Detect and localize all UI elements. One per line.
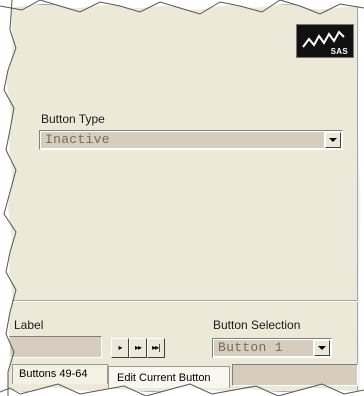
label-input[interactable] [6, 336, 102, 358]
tab-buttons-49-64[interactable]: Buttons 49-64 [12, 364, 108, 384]
label-field-label: Label [14, 318, 44, 332]
sas-logo: SAS [296, 24, 354, 58]
settings-panel [6, 4, 358, 392]
section-divider [6, 300, 358, 302]
button-selection-dropdown[interactable]: Button 1 [212, 338, 332, 358]
tab-area-field [232, 364, 358, 386]
button-selection-value: Button 1 [214, 340, 313, 356]
button-type-dropdown[interactable]: Inactive [39, 130, 343, 150]
button-type-label: Button Type [41, 112, 105, 126]
next-fast-button[interactable]: ▸▸ [129, 338, 147, 358]
logo-text: SAS [330, 47, 348, 56]
tab-edit-current-button[interactable]: Edit Current Button [108, 366, 230, 388]
chevron-down-icon[interactable] [325, 132, 341, 148]
last-button[interactable]: ▸▸| [147, 338, 165, 358]
button-type-value: Inactive [41, 132, 324, 148]
button-selection-label: Button Selection [213, 318, 301, 332]
chevron-down-icon[interactable] [314, 340, 330, 356]
next-button[interactable]: ▸ [111, 338, 129, 358]
